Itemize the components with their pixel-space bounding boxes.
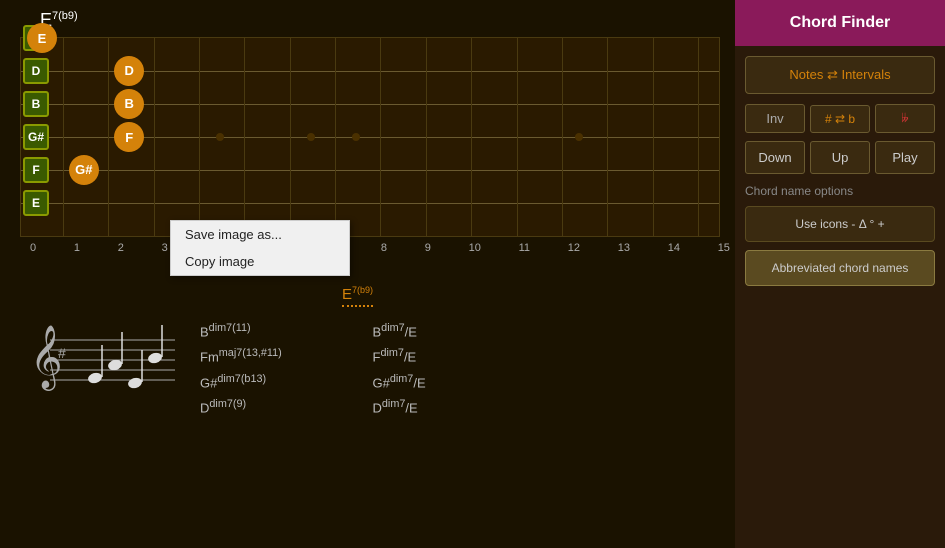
string-label-e-low: E [23, 190, 49, 216]
note-e-open[interactable]: E [27, 23, 57, 53]
chord-finder-header: Chord Finder [735, 0, 945, 46]
main-container: E7(b9) [0, 0, 945, 548]
fret-11 [517, 38, 518, 236]
selected-chord-display: E7(b9) [342, 285, 373, 307]
fret-dot [575, 133, 583, 141]
inv-row: Inv # ⇄ b 𝄫 [745, 104, 935, 133]
use-icons-button[interactable]: Use icons - Δ ° + [745, 206, 935, 242]
fret-9 [426, 38, 427, 236]
string-label-d: D [23, 58, 49, 84]
fret-4 [199, 38, 200, 236]
staff-svg: 𝄞 # [20, 290, 180, 410]
fret-5 [244, 38, 245, 236]
fret-num-14: 14 [668, 242, 680, 254]
staff-area: 𝄞 # [10, 285, 190, 415]
chord-item[interactable]: Ddim7/E [373, 398, 516, 415]
fret-num-12: 12 [568, 242, 580, 254]
fret-num-13: 13 [618, 242, 630, 254]
fret-12 [562, 38, 563, 236]
string-4 [21, 170, 719, 171]
fret-num-11: 11 [519, 242, 530, 254]
fret-dot [216, 133, 224, 141]
double-flat-button[interactable]: 𝄫 [875, 104, 935, 133]
notes-intervals-button[interactable]: Notes ⇄ Intervals [745, 56, 935, 94]
fret-num-1: 1 [74, 242, 80, 254]
fret-num-2: 2 [118, 242, 124, 254]
chord-item[interactable]: Fdim7/E [373, 347, 516, 364]
fretboard-container: E D B G# F E E D F B G# [20, 37, 720, 237]
play-button[interactable]: Play [875, 141, 935, 174]
up-button[interactable]: Up [810, 141, 870, 174]
string-label-g: G# [23, 124, 49, 150]
fret-8 [380, 38, 381, 236]
note-d[interactable]: D [114, 56, 144, 86]
fret-13 [607, 38, 608, 236]
string-5 [21, 203, 719, 204]
fret-14 [653, 38, 654, 236]
fret-num-10: 10 [469, 242, 481, 254]
down-button[interactable]: Down [745, 141, 805, 174]
inv-button[interactable]: Inv [745, 104, 805, 133]
fret-num-3: 3 [162, 242, 168, 254]
fret-num-8: 8 [381, 242, 387, 254]
notes-intervals-label: Notes ⇄ Intervals [789, 67, 890, 83]
svg-text:#: # [58, 345, 66, 361]
fret-numbers-row: 0 1 2 3 4 5 6 7 8 9 10 11 12 13 14 15 [30, 242, 730, 254]
fret-dot [307, 133, 315, 141]
fret-dot [352, 133, 360, 141]
abbreviated-chord-names-button[interactable]: Abbreviated chord names [745, 250, 935, 286]
context-menu: Save image as... Copy image [170, 220, 350, 276]
fret-num-9: 9 [425, 242, 431, 254]
fret-num-0: 0 [30, 242, 36, 254]
fretboard[interactable]: E D B G# F E E D F B G# [20, 37, 720, 237]
action-row: Down Up Play [745, 141, 935, 174]
fret-1 [63, 38, 64, 236]
chord-lists: E7(b9) Bdim7(11) Bdim7/E Fmmaj7(13,#11) … [200, 285, 515, 415]
left-panel: E7(b9) [0, 0, 735, 548]
chord-item[interactable]: G#dim7/E [373, 373, 516, 390]
string-label-b: B [23, 91, 49, 117]
note-gsharp[interactable]: G# [69, 155, 99, 185]
right-panel: Chord Finder Notes ⇄ Intervals Inv # ⇄ b… [735, 0, 945, 548]
fret-2 [108, 38, 109, 236]
sharp-flat-button[interactable]: # ⇄ b [810, 105, 870, 133]
note-f[interactable]: F [114, 122, 144, 152]
chord-item[interactable]: Bdim7(11) [200, 322, 343, 339]
note-b[interactable]: B [114, 89, 144, 119]
fret-15 [698, 38, 699, 236]
copy-image-item[interactable]: Copy image [171, 248, 349, 275]
fret-10 [471, 38, 472, 236]
chord-item[interactable]: G#dim7(b13) [200, 373, 343, 390]
fret-6 [290, 38, 291, 236]
save-image-item[interactable]: Save image as... [171, 221, 349, 248]
bottom-area: 𝄞 # E7(b9 [10, 285, 515, 415]
chord-name-options-label: Chord name options [745, 184, 935, 198]
fret-3 [154, 38, 155, 236]
chord-item[interactable]: Bdim7/E [373, 322, 516, 339]
string-label-f: F [23, 157, 49, 183]
chord-grid: Bdim7(11) Bdim7/E Fmmaj7(13,#11) Fdim7/E… [200, 322, 515, 415]
fret-num-15: 15 [718, 242, 730, 254]
chord-title: E7(b9) [40, 10, 725, 31]
chord-item[interactable]: Ddim7(9) [200, 398, 343, 415]
chord-item[interactable]: Fmmaj7(13,#11) [200, 347, 343, 364]
fret-7 [335, 38, 336, 236]
